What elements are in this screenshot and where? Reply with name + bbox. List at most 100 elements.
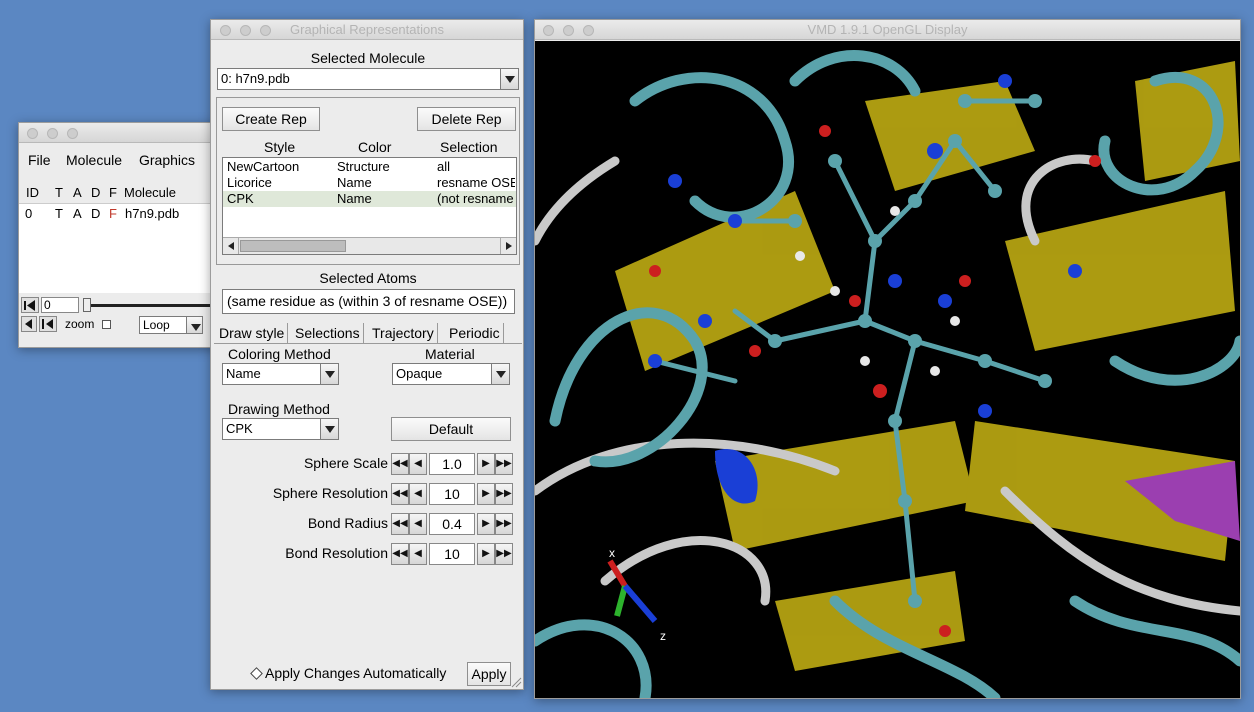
chevron-down-icon: [491, 364, 509, 384]
loop-select[interactable]: Loop: [139, 316, 203, 334]
material-value: Opaque: [396, 366, 443, 381]
display-title: VMD 1.9.1 OpenGL Display: [807, 22, 968, 37]
fast-increase-icon[interactable]: ▶▶: [495, 453, 513, 475]
drawing-method-label: Drawing Method: [228, 401, 330, 417]
sphere-resolution-value[interactable]: 10: [429, 483, 475, 505]
material-select[interactable]: Opaque: [392, 363, 510, 385]
minimize-icon[interactable]: [240, 25, 251, 36]
tab-draw-style[interactable]: Draw style: [216, 323, 289, 343]
sphere-scale-spinner[interactable]: ◀◀ ◀ 1.0 ▶ ▶▶: [391, 453, 513, 475]
bond-resolution-spinner[interactable]: ◀◀ ◀ 10 ▶ ▶▶: [391, 543, 513, 565]
minimize-icon[interactable]: [563, 25, 574, 36]
rep-row-licorice[interactable]: Licorice Name resname OSE: [223, 175, 516, 191]
material-label: Material: [425, 346, 475, 362]
rep-table-scrollbar[interactable]: [223, 237, 516, 254]
apply-auto-radio[interactable]: [250, 667, 263, 680]
increase-icon[interactable]: ▶: [477, 543, 495, 565]
selected-atoms-input[interactable]: (same residue as (within 3 of resname OS…: [222, 289, 515, 314]
display-titlebar: VMD 1.9.1 OpenGL Display: [535, 20, 1240, 40]
row-t[interactable]: T: [55, 206, 63, 221]
rep-row-newcartoon[interactable]: NewCartoon Structure all: [223, 159, 516, 175]
selected-molecule-value: 0: h7n9.pdb: [221, 71, 290, 86]
molecule-viewport[interactable]: x z: [535, 41, 1240, 698]
header-style: Style: [264, 139, 296, 155]
row-f[interactable]: F: [109, 206, 117, 221]
minimize-icon[interactable]: [47, 128, 58, 139]
graphical-representations-window: Graphical Representations Selected Molec…: [210, 19, 524, 690]
increase-icon[interactable]: ▶: [477, 513, 495, 535]
delete-rep-button[interactable]: Delete Rep: [417, 107, 516, 131]
fast-increase-icon[interactable]: ▶▶: [495, 513, 513, 535]
scroll-thumb[interactable]: [240, 240, 346, 252]
bond-resolution-value[interactable]: 10: [429, 543, 475, 565]
rep-table[interactable]: NewCartoon Structure all Licorice Name r…: [222, 157, 517, 255]
rep-row-cpk[interactable]: CPK Name (not resname OSE): [223, 191, 516, 207]
axes-indicator: [607, 559, 658, 623]
zoom-icon[interactable]: [260, 25, 271, 36]
molecule-list[interactable]: 0 T A D F h7n9.pdb: [19, 203, 219, 293]
menu-molecule[interactable]: Molecule: [66, 152, 122, 168]
scroll-right-icon[interactable]: [500, 238, 516, 254]
tab-trajectory[interactable]: Trajectory: [369, 323, 438, 343]
step-back-icon: [25, 319, 32, 329]
vmd-main-window: File Molecule Graphics ID T A D F Molecu…: [18, 122, 219, 348]
bond-radius-spinner[interactable]: ◀◀ ◀ 0.4 ▶ ▶▶: [391, 513, 513, 535]
sphere-resolution-spinner[interactable]: ◀◀ ◀ 10 ▶ ▶▶: [391, 483, 513, 505]
rep-color: Name: [337, 175, 372, 190]
frame-slider[interactable]: [83, 297, 219, 313]
drawing-method-select[interactable]: CPK: [222, 418, 339, 440]
fast-increase-icon[interactable]: ▶▶: [495, 543, 513, 565]
decrease-icon[interactable]: ◀: [409, 543, 427, 565]
zoom-icon[interactable]: [67, 128, 78, 139]
row-a[interactable]: A: [73, 206, 82, 221]
apply-button[interactable]: Apply: [467, 662, 511, 686]
frame-input[interactable]: 0: [41, 297, 79, 313]
zoom-icon[interactable]: [583, 25, 594, 36]
coloring-method-value: Name: [226, 366, 261, 381]
close-icon[interactable]: [27, 128, 38, 139]
resize-grip-icon[interactable]: [510, 676, 522, 688]
col-t: T: [55, 185, 63, 200]
rep-style: CPK: [227, 191, 254, 206]
goto-start-button[interactable]: [21, 297, 39, 313]
loop-value: Loop: [143, 318, 170, 332]
decrease-icon[interactable]: ◀: [409, 453, 427, 475]
zoom-checkbox[interactable]: [102, 320, 111, 329]
play-reverse-button[interactable]: [39, 316, 57, 332]
rep-selection: resname OSE: [437, 175, 515, 190]
rep-tabs: Draw style Selections Trajectory Periodi…: [214, 323, 522, 344]
tab-selections[interactable]: Selections: [292, 323, 364, 343]
col-d: D: [91, 185, 101, 200]
molecule-row[interactable]: 0 T A D F h7n9.pdb: [19, 206, 219, 222]
scroll-left-icon[interactable]: [223, 238, 239, 254]
increase-icon[interactable]: ▶: [477, 483, 495, 505]
fast-decrease-icon[interactable]: ◀◀: [391, 483, 409, 505]
col-a: A: [73, 185, 82, 200]
selected-molecule-select[interactable]: 0: h7n9.pdb: [217, 68, 519, 90]
slider-handle[interactable]: [83, 298, 91, 312]
decrease-icon[interactable]: ◀: [409, 483, 427, 505]
default-button[interactable]: Default: [391, 417, 511, 441]
rep-color: Structure: [337, 159, 390, 174]
coloring-method-select[interactable]: Name: [222, 363, 339, 385]
decrease-icon[interactable]: ◀: [409, 513, 427, 535]
fast-increase-icon[interactable]: ▶▶: [495, 483, 513, 505]
fast-decrease-icon[interactable]: ◀◀: [391, 543, 409, 565]
rep-color: Name: [337, 191, 372, 206]
bond-radius-value[interactable]: 0.4: [429, 513, 475, 535]
col-id: ID: [26, 185, 39, 200]
fast-decrease-icon[interactable]: ◀◀: [391, 453, 409, 475]
play-reverse-icon: [42, 319, 53, 329]
tab-periodic[interactable]: Periodic: [446, 323, 504, 343]
menu-file[interactable]: File: [28, 152, 51, 168]
increase-icon[interactable]: ▶: [477, 453, 495, 475]
row-d[interactable]: D: [91, 206, 100, 221]
chevron-down-icon: [500, 69, 518, 89]
step-back-button[interactable]: [21, 316, 37, 332]
close-icon[interactable]: [543, 25, 554, 36]
menu-graphics[interactable]: Graphics: [139, 152, 195, 168]
fast-decrease-icon[interactable]: ◀◀: [391, 513, 409, 535]
sphere-scale-value[interactable]: 1.0: [429, 453, 475, 475]
close-icon[interactable]: [220, 25, 231, 36]
create-rep-button[interactable]: Create Rep: [222, 107, 320, 131]
